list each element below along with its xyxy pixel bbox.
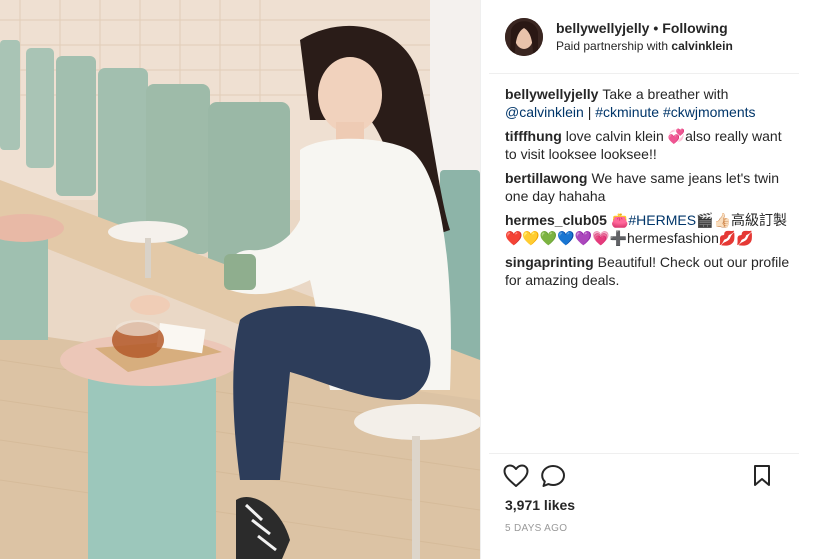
header-text: bellywellyjelly • Following Paid partnersh… bbox=[556, 20, 733, 53]
avatar-image bbox=[505, 17, 543, 56]
instagram-post: bellywellyjelly • Following Paid partnersh… bbox=[0, 0, 816, 559]
post-photo[interactable] bbox=[0, 0, 480, 559]
comment-text: 👛 bbox=[610, 212, 629, 228]
bookmark-icon[interactable] bbox=[753, 464, 771, 493]
paid-partnership-label: Paid partnership with calvinklein bbox=[556, 39, 733, 53]
comment-username[interactable]: bertillawong bbox=[505, 170, 587, 186]
post-author-username[interactable]: bellywellyjelly bbox=[556, 20, 649, 36]
comment-tag-link[interactable]: #HERMES bbox=[628, 212, 696, 228]
post-timestamp[interactable]: 5 DAYS AGO bbox=[505, 523, 567, 534]
likes-count[interactable]: 3,971 likes bbox=[505, 497, 575, 513]
comment-username[interactable]: bellywellyjelly bbox=[505, 86, 598, 102]
comment-tag-link[interactable]: @calvinklein bbox=[505, 104, 584, 120]
header-top-line: bellywellyjelly • Following bbox=[556, 20, 733, 36]
comment-tag-link[interactable]: #ckwjmoments bbox=[663, 104, 756, 120]
follow-status-button[interactable]: Following bbox=[662, 20, 727, 36]
partner-link[interactable]: calvinklein bbox=[671, 39, 732, 53]
comment-tag-link[interactable]: #ckminute bbox=[595, 104, 659, 120]
comments-list: bellywellyjelly Take a breather with @cal… bbox=[505, 85, 790, 295]
heart-icon[interactable] bbox=[503, 464, 529, 493]
comment-username[interactable]: tifffhung bbox=[505, 128, 562, 144]
comment-text: | bbox=[583, 104, 596, 120]
post-header: bellywellyjelly • Following Paid partnersh… bbox=[489, 0, 799, 74]
partnership-prefix: Paid partnership with bbox=[556, 39, 669, 53]
comment-item: singaprinting Beautiful! Check out our pr… bbox=[505, 253, 790, 289]
comment-item: bellywellyjelly Take a breather with @cal… bbox=[505, 85, 790, 121]
comment-bubble-icon[interactable] bbox=[541, 464, 567, 493]
action-bar bbox=[503, 464, 777, 490]
actions-divider bbox=[489, 453, 799, 454]
comment-item: tifffhung love calvin klein 💞also really … bbox=[505, 127, 790, 163]
photo-illustration bbox=[0, 0, 480, 559]
comment-item: bertillawong We have same jeans let's twi… bbox=[505, 169, 790, 205]
comment-text: Take a breather with bbox=[602, 86, 729, 102]
comment-username[interactable]: singaprinting bbox=[505, 254, 594, 270]
comment-item: hermes_club05 👛#HERMES🎬👍🏻高級訂製❤️💛💚💙💜💗➕herm… bbox=[505, 211, 790, 247]
avatar[interactable] bbox=[505, 17, 543, 56]
comment-username[interactable]: hermes_club05 bbox=[505, 212, 607, 228]
header-separator: • bbox=[653, 20, 659, 36]
post-details-panel: bellywellyjelly • Following Paid partnersh… bbox=[480, 0, 816, 559]
